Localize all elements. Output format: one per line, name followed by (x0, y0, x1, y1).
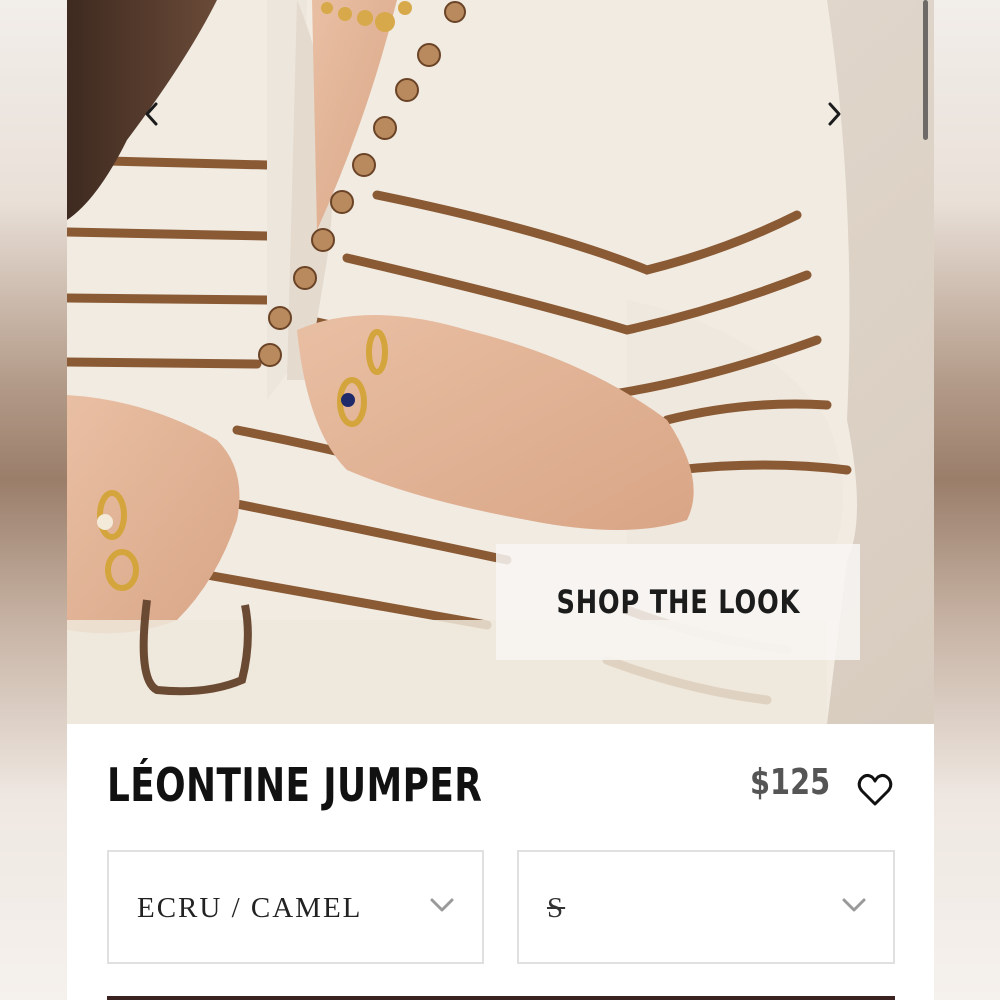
scroll-indicator[interactable] (923, 0, 928, 140)
product-page: SHOP THE LOOK LÉONTINE JUMPER $125 ECRU … (67, 0, 934, 1000)
carousel-next-button[interactable] (825, 100, 861, 136)
carousel-prev-button[interactable] (141, 100, 177, 136)
chevron-down-icon (842, 898, 866, 912)
shop-the-look-label: SHOP THE LOOK (556, 583, 800, 621)
wishlist-button[interactable] (855, 770, 895, 810)
heart-outline-icon (857, 773, 893, 806)
size-select[interactable]: S (517, 850, 895, 964)
size-select-value: S (547, 892, 566, 924)
add-to-bag-button[interactable] (107, 996, 895, 1000)
product-image-carousel[interactable]: SHOP THE LOOK (67, 0, 934, 724)
color-select[interactable]: ECRU / CAMEL (107, 850, 484, 964)
shop-the-look-button[interactable]: SHOP THE LOOK (496, 544, 860, 660)
color-select-value: ECRU / CAMEL (137, 892, 363, 924)
left-background-blur (0, 0, 67, 1000)
chevron-right-icon (828, 102, 841, 126)
product-title: LÉONTINE JUMPER (107, 758, 483, 812)
chevron-down-icon (430, 898, 454, 912)
right-background-blur (933, 0, 1000, 1000)
product-price: $125 (750, 762, 831, 803)
chevron-left-icon (145, 102, 158, 126)
